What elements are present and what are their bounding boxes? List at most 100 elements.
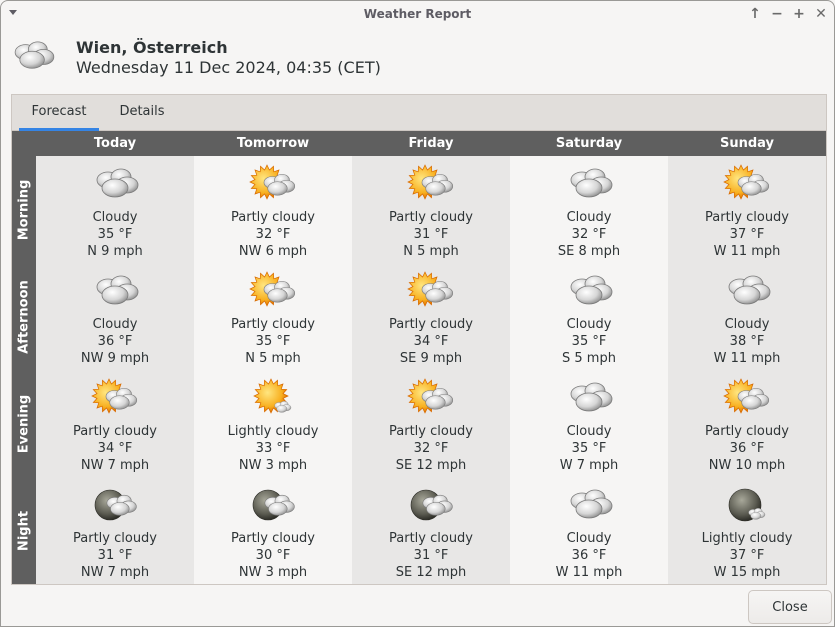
condition-text: Partly cloudy (73, 424, 157, 439)
day-header: Today (93, 136, 137, 151)
day-column: Cloudy 32 °F SE 8 mph Cloudy 35 °F S 5 mph C… (510, 156, 668, 584)
condition-text: Cloudy (724, 317, 770, 332)
condition-text: Partly cloudy (389, 210, 473, 225)
day-header: Sunday (719, 136, 775, 151)
forecast-cell: Cloudy 35 °F N 9 mph (36, 156, 194, 263)
wind-text: NW 6 mph (238, 244, 308, 259)
condition-text: Lightly cloudy (227, 424, 319, 439)
temperature-text: 37 °F (729, 227, 765, 242)
period-header: Afternoon (12, 263, 36, 370)
temperature-text: 38 °F (729, 334, 765, 349)
tab-forecast[interactable]: Forecast (19, 95, 99, 131)
forecast-cell: Partly cloudy 36 °F NW 10 mph (668, 370, 826, 477)
temperature-text: 32 °F (413, 441, 449, 456)
wind-text: W 15 mph (713, 565, 781, 580)
wind-text: NW 3 mph (238, 565, 308, 580)
condition-text: Cloudy (566, 210, 612, 225)
period-header: Morning (12, 156, 36, 263)
period-header: Evening (12, 370, 36, 477)
cloudy-icon (570, 275, 613, 305)
tab-details[interactable]: Details (109, 95, 175, 131)
forecast-cell: Lightly cloudy 37 °F W 15 mph (668, 477, 826, 584)
temperature-text: 31 °F (413, 227, 449, 242)
forecast-cell: Partly cloudy 30 °F NW 3 mph (194, 477, 352, 584)
wind-text: SE 12 mph (395, 458, 467, 473)
temperature-text: 35 °F (571, 334, 607, 349)
location-header: Wien, Österreich Wednesday 11 Dec 2024, … (1, 28, 834, 88)
minimize-icon[interactable]: − (768, 5, 786, 23)
forecast-cell: Cloudy 36 °F W 11 mph (510, 477, 668, 584)
partly-cloudy-night-icon (252, 489, 295, 521)
maximize-icon[interactable]: + (790, 5, 808, 23)
forecast-cell: Partly cloudy 32 °F SE 12 mph (352, 370, 510, 477)
day-header: Tomorrow (236, 136, 310, 151)
forecast-cell: Lightly cloudy 33 °F NW 3 mph (194, 370, 352, 477)
forecast-cell: Partly cloudy 34 °F NW 7 mph (36, 370, 194, 477)
forecast-cell: Partly cloudy 35 °F N 5 mph (194, 263, 352, 370)
period-label: Morning (16, 179, 32, 240)
tab-notebook: Forecast Details Today Tomorrow Friday Satu… (11, 94, 827, 585)
wind-text: W 11 mph (713, 244, 781, 259)
wind-text: NW 7 mph (80, 458, 150, 473)
forecast-cell: Partly cloudy 32 °F NW 6 mph (194, 156, 352, 263)
wind-text: NW 3 mph (238, 458, 308, 473)
cloudy-icon (570, 489, 613, 519)
day-column: Cloudy 35 °F N 9 mph Cloudy 36 °F NW 9 mph P… (36, 156, 194, 584)
forecast-cell: Cloudy 36 °F NW 9 mph (36, 263, 194, 370)
partly-cloudy-day-icon (723, 378, 770, 414)
forecast-cell: Partly cloudy 37 °F W 11 mph (668, 156, 826, 263)
temperature-text: 30 °F (255, 548, 291, 563)
wind-text: W 11 mph (555, 565, 623, 580)
cloudy-icon (96, 168, 139, 198)
partly-cloudy-day-icon (407, 378, 454, 414)
forecast-cell: Partly cloudy 31 °F NW 7 mph (36, 477, 194, 584)
condition-text: Cloudy (92, 317, 138, 332)
condition-text: Partly cloudy (705, 424, 789, 439)
location-name: Wien, Österreich (76, 38, 228, 57)
wind-text: NW 7 mph (80, 565, 150, 580)
wind-text: SE 9 mph (399, 351, 463, 366)
tab-bar: Forecast Details (12, 95, 826, 131)
keep-above-icon[interactable]: ↑ (746, 5, 764, 23)
forecast-cell: Cloudy 32 °F SE 8 mph (510, 156, 668, 263)
forecast-cell: Partly cloudy 34 °F SE 9 mph (352, 263, 510, 370)
wind-text: S 5 mph (562, 351, 616, 366)
condition-text: Cloudy (566, 531, 612, 546)
forecast-cell: Cloudy 35 °F W 7 mph (510, 370, 668, 477)
close-button[interactable]: Close (748, 590, 832, 624)
temperature-text: 31 °F (97, 548, 133, 563)
temperature-text: 34 °F (413, 334, 449, 349)
wind-text: N 5 mph (245, 351, 301, 366)
wind-text: NW 9 mph (80, 351, 150, 366)
temperature-text: 32 °F (255, 227, 291, 242)
temperature-text: 31 °F (413, 548, 449, 563)
temperature-text: 36 °F (729, 441, 765, 456)
day-column: Partly cloudy 31 °F N 5 mph Partly cloudy 3… (352, 156, 510, 584)
temperature-text: 37 °F (729, 548, 765, 563)
condition-text: Partly cloudy (705, 210, 789, 225)
condition-text: Cloudy (92, 210, 138, 225)
condition-text: Partly cloudy (389, 531, 473, 546)
forecast-cell: Partly cloudy 31 °F SE 12 mph (352, 477, 510, 584)
temperature-text: 32 °F (571, 227, 607, 242)
wind-text: SE 8 mph (557, 244, 621, 259)
cloudy-icon (728, 275, 771, 305)
temperature-text: 36 °F (571, 548, 607, 563)
title-bar[interactable]: Weather Report ↑ − + ✕ (1, 1, 834, 28)
condition-text: Partly cloudy (231, 210, 315, 225)
condition-text: Partly cloudy (231, 531, 315, 546)
temperature-text: 35 °F (255, 334, 291, 349)
forecast-cell: Cloudy 35 °F S 5 mph (510, 263, 668, 370)
temperature-text: 34 °F (97, 441, 133, 456)
temperature-text: 36 °F (97, 334, 133, 349)
wind-text: N 9 mph (87, 244, 143, 259)
partly-cloudy-day-icon (407, 271, 454, 307)
lightly-cloudy-night-icon (728, 488, 766, 522)
partly-cloudy-night-icon (410, 489, 453, 521)
temperature-text: 35 °F (97, 227, 133, 242)
cloudy-icon (96, 275, 139, 305)
close-icon[interactable]: ✕ (812, 5, 830, 23)
forecast-grid: Today Tomorrow Friday Saturday Sunday Morning… (12, 131, 826, 584)
cloudy-icon (570, 168, 613, 198)
window-title: Weather Report (363, 7, 472, 21)
